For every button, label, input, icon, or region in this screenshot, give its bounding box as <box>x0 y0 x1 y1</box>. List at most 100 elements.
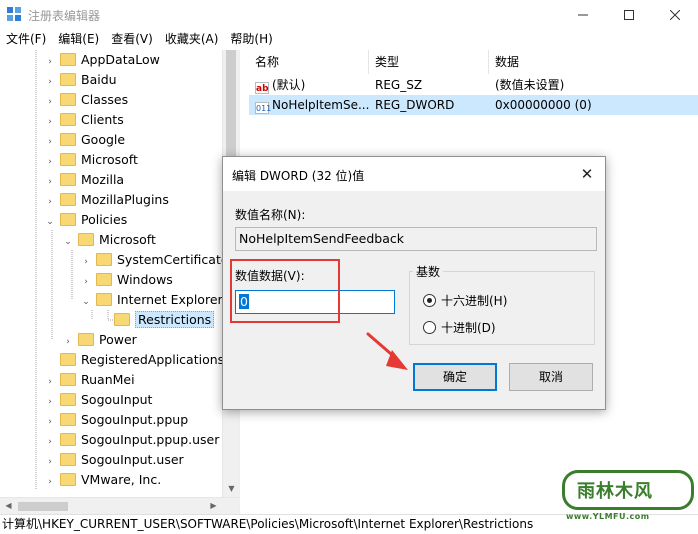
radio-checked-icon[interactable] <box>423 294 436 307</box>
watermark-logo: 雨林木风 www.YLMFU.com <box>552 466 698 526</box>
tree-item-classes[interactable]: › Classes <box>44 90 128 110</box>
expand-icon[interactable]: › <box>44 92 56 112</box>
folder-icon <box>60 433 76 446</box>
tree-item-windows[interactable]: › Windows <box>80 270 173 290</box>
title-bar: 注册表编辑器 <box>0 0 698 30</box>
menu-file[interactable]: 文件(F) <box>0 30 52 50</box>
dialog-close-icon[interactable]: ✕ <box>575 163 599 185</box>
tree-item-mozilla[interactable]: › Mozilla <box>44 170 124 190</box>
tree-item-policies-microsoft[interactable]: ⌄ Microsoft <box>62 230 156 250</box>
column-header-data[interactable]: 数据 <box>489 50 698 74</box>
list-row-nohelpitem[interactable]: 011NoHelpItemSe... REG_DWORD 0x00000000 … <box>249 95 698 115</box>
minimize-icon <box>578 14 588 16</box>
expand-icon[interactable]: › <box>44 72 56 92</box>
tree-item-sogouinput-ppup[interactable]: › SogouInput.ppup <box>44 410 188 430</box>
expand-icon[interactable]: › <box>44 172 56 192</box>
watermark-brand: 雨林木风 <box>577 481 653 502</box>
annotation-arrow-icon <box>366 332 408 370</box>
maximize-button[interactable] <box>606 0 652 30</box>
tree-item-mozillaplugins[interactable]: › MozillaPlugins <box>44 190 169 210</box>
list-header: 名称 类型 数据 <box>249 50 698 74</box>
collapse-icon[interactable]: ⌄ <box>62 232 74 252</box>
expand-icon[interactable]: › <box>44 432 56 452</box>
expand-icon[interactable]: › <box>44 192 56 212</box>
tree-item-registeredapplications[interactable]: RegisteredApplications <box>44 350 224 370</box>
value-name: (默认) <box>272 78 306 92</box>
value-type: REG_DWORD <box>375 98 455 112</box>
tree-item-power[interactable]: › Power <box>62 330 137 350</box>
column-header-name[interactable]: 名称 <box>249 50 369 74</box>
menu-edit[interactable]: 编辑(E) <box>52 30 105 50</box>
minimize-button[interactable] <box>560 0 606 30</box>
edit-dword-dialog: 编辑 DWORD (32 位)值 ✕ 数值名称(N): NoHelpItemSe… <box>222 156 606 410</box>
radio-hexadecimal[interactable]: 十六进制(H) <box>423 292 507 309</box>
menu-favorites[interactable]: 收藏夹(A) <box>159 30 225 50</box>
list-row-default[interactable]: ab (默认) REG_SZ (数值未设置) <box>249 75 698 95</box>
tree-item-appdatalow[interactable]: › AppDataLow <box>44 50 160 70</box>
expand-icon[interactable]: › <box>44 132 56 152</box>
tree-item-baidu[interactable]: › Baidu <box>44 70 116 92</box>
base-label: 基数 <box>413 263 444 280</box>
tree-item-sogouinput[interactable]: › SogouInput <box>44 390 152 410</box>
registry-editor-icon <box>7 7 21 21</box>
menu-bar: 文件(F) 编辑(E) 查看(V) 收藏夹(A) 帮助(H) <box>0 30 698 50</box>
menu-help[interactable]: 帮助(H) <box>224 30 278 50</box>
value-data: (数值未设置) <box>495 78 565 92</box>
tree-item-vmware[interactable]: › VMware, Inc. <box>44 470 161 490</box>
expand-icon[interactable]: › <box>44 472 56 492</box>
tree-item-systemcertificates[interactable]: › SystemCertificates <box>80 250 235 270</box>
dword-value-icon: 011 <box>255 102 272 114</box>
scroll-down-icon[interactable]: ▼ <box>223 480 240 497</box>
folder-icon <box>96 273 112 286</box>
folder-icon <box>60 53 76 66</box>
collapse-icon[interactable]: ⌄ <box>80 292 92 312</box>
folder-icon <box>60 393 76 406</box>
expand-icon[interactable]: › <box>80 252 92 272</box>
scroll-left-icon[interactable]: ◀ <box>0 498 17 515</box>
cancel-button[interactable]: 取消 <box>509 363 593 391</box>
tree-item-internet-explorer[interactable]: ⌄ Internet Explorer <box>80 290 222 312</box>
radio-decimal[interactable]: 十进制(D) <box>423 319 496 336</box>
expand-icon[interactable]: › <box>44 52 56 72</box>
window-title: 注册表编辑器 <box>28 9 101 23</box>
expand-icon[interactable]: › <box>62 332 74 352</box>
expand-icon[interactable]: › <box>44 372 56 392</box>
tree-item-policies[interactable]: ⌄ Policies <box>44 210 127 230</box>
tree-item-microsoft[interactable]: › Microsoft <box>44 150 138 170</box>
expand-icon[interactable]: › <box>44 112 56 132</box>
tree-item-sogouinput-ppup-user[interactable]: › SogouInput.ppup.user <box>44 430 219 450</box>
folder-icon <box>60 353 76 366</box>
tree-item-sogouinput-user[interactable]: › SogouInput.user <box>44 450 184 470</box>
radio-unchecked-icon[interactable] <box>423 321 436 334</box>
folder-icon <box>60 173 76 186</box>
value-name: NoHelpItemSe... <box>272 98 370 112</box>
expand-icon[interactable]: › <box>44 392 56 412</box>
collapse-icon[interactable]: ⌄ <box>44 212 56 232</box>
expand-icon[interactable]: › <box>80 272 92 292</box>
folder-icon <box>78 333 94 346</box>
tree-item-clients[interactable]: › Clients <box>44 110 124 130</box>
string-value-icon: ab <box>255 82 269 94</box>
menu-view[interactable]: 查看(V) <box>105 30 159 50</box>
column-header-type[interactable]: 类型 <box>369 50 489 74</box>
dialog-title-bar: 编辑 DWORD (32 位)值 ✕ <box>223 157 605 191</box>
registry-tree: › AppDataLow › Baidu › Classes › Clients › Go… <box>0 50 236 514</box>
folder-icon <box>114 313 130 326</box>
tree-item-restrictions[interactable]: Restrictions <box>114 310 215 330</box>
annotation-highlight-box <box>230 259 340 323</box>
folder-icon <box>60 153 76 166</box>
tree-horizontal-scrollbar[interactable]: ◀ ▶ <box>0 497 239 514</box>
close-button[interactable] <box>652 0 698 30</box>
expand-icon[interactable]: › <box>44 412 56 432</box>
value-data: 0x00000000 (0) <box>495 98 592 112</box>
folder-icon <box>60 93 76 106</box>
tree-item-ruanmei[interactable]: › RuanMei <box>44 370 134 392</box>
expand-icon[interactable]: › <box>44 152 56 172</box>
scroll-right-icon[interactable]: ▶ <box>205 498 222 515</box>
expand-icon[interactable]: › <box>44 452 56 472</box>
ok-button[interactable]: 确定 <box>413 363 497 391</box>
folder-icon <box>78 233 94 246</box>
tree-item-google[interactable]: › Google <box>44 130 125 150</box>
scrollbar-thumb[interactable] <box>18 502 68 511</box>
watermark-badge: 雨林木风 <box>562 470 694 510</box>
